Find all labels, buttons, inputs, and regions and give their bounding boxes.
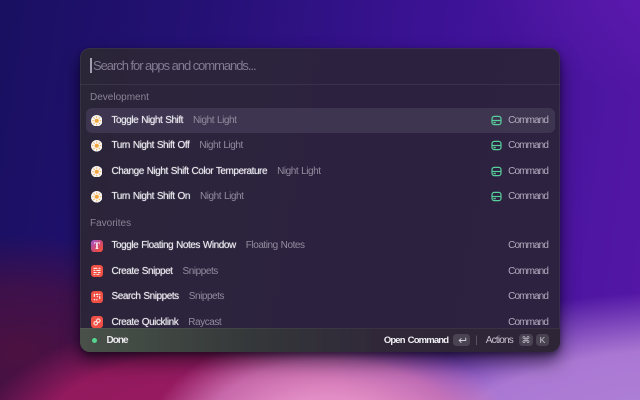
svg-text:T: T: [93, 241, 100, 251]
